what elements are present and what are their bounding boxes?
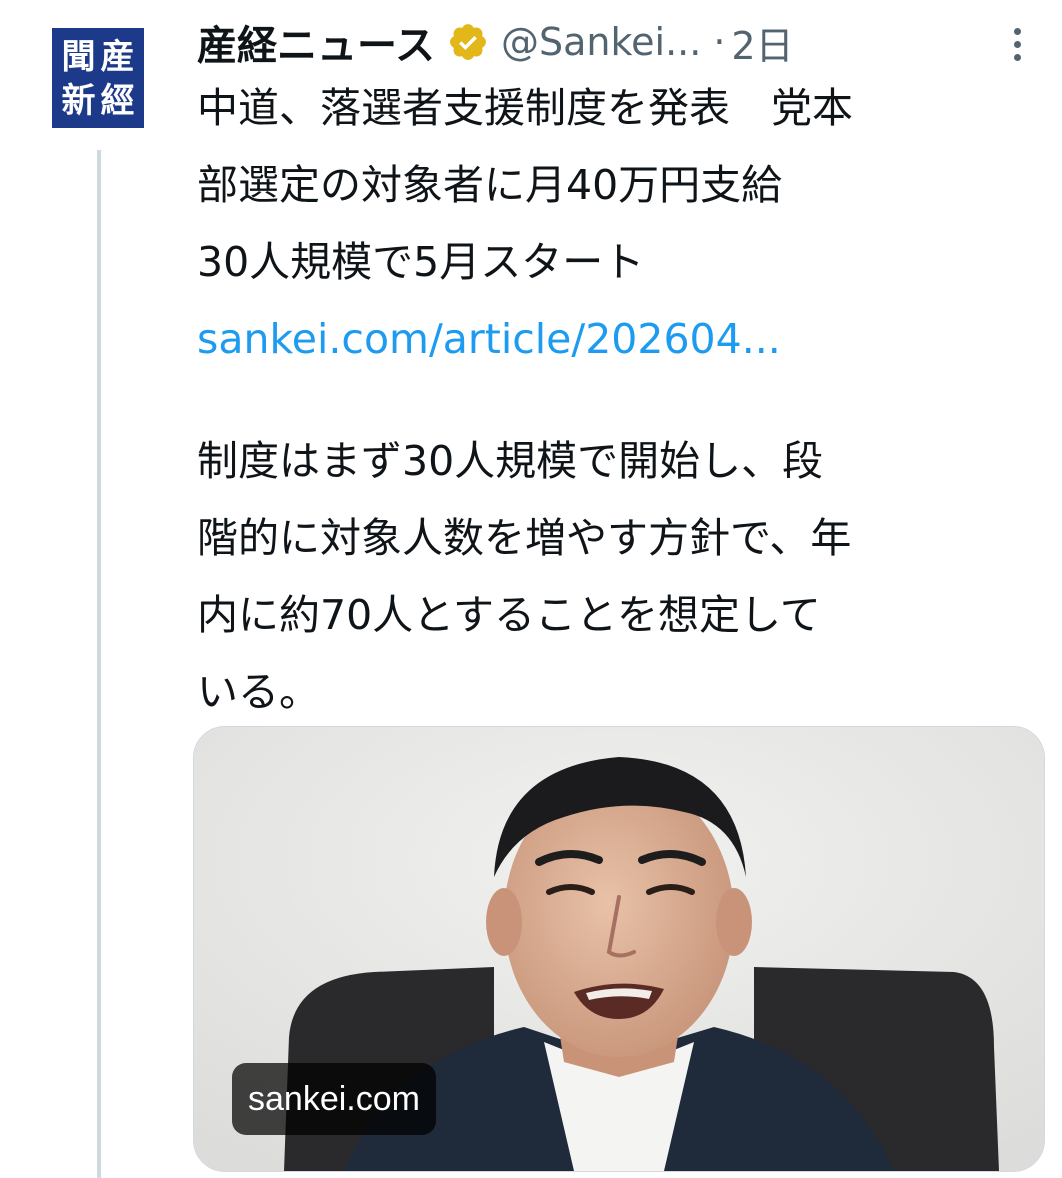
card-domain-badge: sankei.com: [232, 1063, 436, 1135]
tweet-paragraph-line: いる。: [197, 668, 320, 716]
tweet-paragraph: 制度はまず30人規模で開始し、段 階的に対象人数を増やす方針で、年 内に約70人…: [197, 423, 1047, 731]
thread-line: [97, 150, 101, 1178]
timestamp[interactable]: 2日: [731, 15, 793, 70]
display-name[interactable]: 産経ニュース: [197, 13, 435, 71]
tweet[interactable]: 聞 産 新 經 産経ニュース @Sankei... · 2日 中道、落選者支援制…: [0, 0, 1062, 1178]
tweet-paragraph-line: 階的に対象人数を増やす方針で、年: [197, 514, 852, 562]
tweet-text: 中道、落選者支援制度を発表 党本 部選定の対象者に月40万円支給 30人規模で5…: [197, 70, 1047, 378]
tweet-paragraph-line: 内に約70人とすることを想定して: [197, 591, 821, 639]
avatar-char: 聞: [61, 37, 96, 77]
avatar-char: 新: [61, 81, 96, 121]
tweet-header: 産経ニュース @Sankei... · 2日: [197, 12, 1047, 72]
separator-dot: ·: [713, 20, 726, 64]
avatar-seal: 聞 産 新 經: [60, 36, 136, 121]
verified-badge-icon: [450, 24, 486, 60]
link-card[interactable]: sankei.com: [193, 726, 1045, 1172]
tweet-text-line: 部選定の対象者に月40万円支給: [197, 161, 783, 209]
tweet-paragraph-line: 制度はまず30人規模で開始し、段: [197, 437, 824, 485]
avatar-char: 經: [100, 81, 135, 121]
tweet-text-line: 30人規模で5月スタート: [197, 238, 645, 286]
more-options-icon[interactable]: [1000, 20, 1036, 70]
tweet-text-line: 中道、落選者支援制度を発表 党本: [197, 84, 853, 132]
avatar[interactable]: 聞 産 新 經: [48, 24, 148, 132]
avatar-char: 産: [100, 37, 135, 77]
handle[interactable]: @Sankei...: [501, 20, 701, 64]
article-link[interactable]: sankei.com/article/202604...: [197, 301, 1047, 378]
